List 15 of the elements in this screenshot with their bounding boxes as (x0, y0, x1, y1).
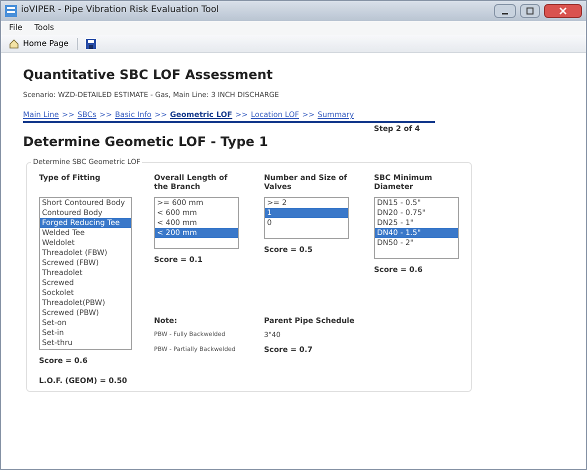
home-icon (9, 38, 19, 48)
menu-item[interactable]: File (9, 22, 22, 34)
home-page-button[interactable]: Home Page (9, 38, 69, 50)
save-icon[interactable] (86, 38, 96, 48)
app-icon (5, 5, 17, 17)
maximize-icon (526, 7, 534, 15)
page-heading: Quantitative SBC LOF Assessment (23, 67, 274, 85)
maximize-button[interactable] (520, 4, 540, 18)
home-page-label: Home Page (23, 38, 69, 50)
minimize-button[interactable] (494, 4, 516, 18)
close-icon (559, 7, 567, 15)
window-title: ioVIPER - Pipe Vibration Risk Evaluation Tool (21, 4, 219, 18)
close-button[interactable] (544, 4, 582, 18)
menu-item[interactable]: Tools (34, 22, 54, 34)
section-heading: Determine Geometic LOF - Type 1 (23, 134, 270, 152)
